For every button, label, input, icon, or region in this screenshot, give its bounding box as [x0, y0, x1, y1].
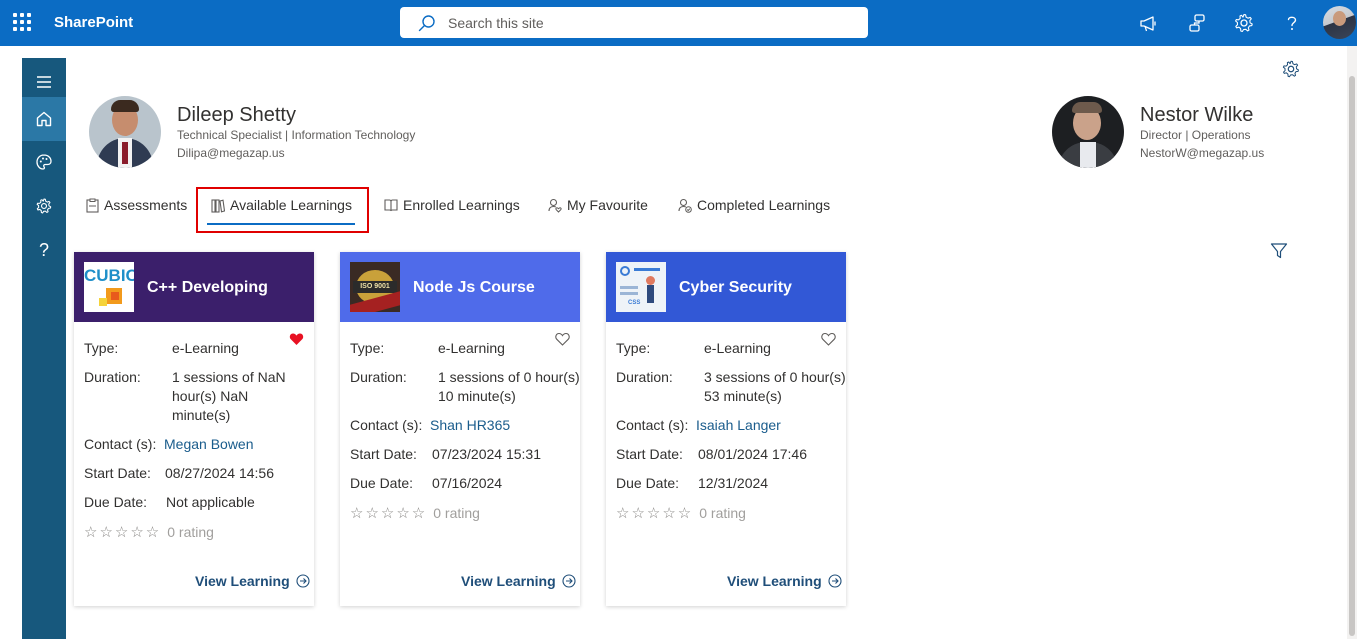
- tab-my-favourite[interactable]: My Favourite: [548, 195, 648, 215]
- tab-enrolled-learnings[interactable]: Enrolled Learnings: [384, 195, 520, 215]
- tab-completed-learnings[interactable]: Completed Learnings: [678, 195, 830, 215]
- help-icon[interactable]: [1281, 12, 1303, 34]
- clipboard-icon: [86, 198, 99, 213]
- card-header[interactable]: CUBIC C++ Developing: [74, 252, 314, 322]
- filter-icon[interactable]: [1270, 242, 1288, 260]
- help-icon[interactable]: ?: [22, 228, 66, 272]
- course-card: CSS Cyber Security Type: e-Learning Durat…: [606, 252, 846, 606]
- home-icon[interactable]: [22, 97, 66, 141]
- gear-icon[interactable]: [1233, 12, 1255, 34]
- course-card: ISO 9001 Node Js Course Type: e-Learning …: [340, 252, 580, 606]
- tab-assessments[interactable]: Assessments: [86, 195, 187, 215]
- highlight-annotation: [196, 187, 369, 233]
- arrow-circle-icon: [296, 574, 310, 588]
- view-learning-link[interactable]: View Learning: [727, 573, 842, 589]
- user-avatar[interactable]: [1323, 6, 1356, 39]
- profile-email-current: Dilipa@megazap.us: [177, 146, 285, 160]
- arrow-circle-icon: [562, 574, 576, 588]
- favourite-heart-icon[interactable]: [555, 332, 570, 346]
- gear-icon[interactable]: [22, 184, 66, 228]
- rating-stars[interactable]: ☆☆☆☆☆: [350, 504, 427, 522]
- rating-stars[interactable]: ☆☆☆☆☆: [616, 504, 693, 522]
- course-title: Cyber Security: [679, 279, 792, 296]
- scrollbar-thumb[interactable]: [1349, 76, 1355, 636]
- search-icon: [418, 15, 435, 32]
- person-heart-icon: [548, 198, 562, 213]
- card-header[interactable]: CSS Cyber Security: [606, 252, 846, 322]
- book-icon: [384, 199, 398, 212]
- profile-email-manager: NestorW@megazap.us: [1140, 146, 1265, 160]
- page-settings-icon[interactable]: [1281, 59, 1301, 79]
- profile-name-current: Dileep Shetty: [177, 104, 296, 126]
- search-box[interactable]: [400, 7, 868, 38]
- rating[interactable]: ☆☆☆☆☆ 0 rating: [350, 504, 480, 522]
- rating[interactable]: ☆☆☆☆☆ 0 rating: [616, 504, 746, 522]
- favourite-heart-icon[interactable]: [289, 332, 304, 346]
- profile-avatar-current: [89, 96, 161, 168]
- app-launcher-icon[interactable]: [13, 13, 31, 31]
- arrow-circle-icon: [828, 574, 842, 588]
- search-input[interactable]: [448, 13, 848, 32]
- course-thumbnail: CSS: [616, 262, 666, 312]
- card-header[interactable]: ISO 9001 Node Js Course: [340, 252, 580, 322]
- contact-link[interactable]: Megan Bowen: [164, 435, 254, 454]
- profile-title-manager: Director | Operations: [1140, 128, 1251, 142]
- person-check-icon: [678, 198, 692, 213]
- rating[interactable]: ☆☆☆☆☆ 0 rating: [84, 523, 214, 541]
- rating-stars[interactable]: ☆☆☆☆☆: [84, 523, 161, 541]
- course-title: Node Js Course: [413, 279, 535, 296]
- view-learning-link[interactable]: View Learning: [461, 573, 576, 589]
- profile-title-current: Technical Specialist | Information Techn…: [177, 128, 416, 142]
- left-nav: ?: [22, 58, 66, 639]
- profile-name-manager: Nestor Wilke: [1140, 104, 1254, 126]
- share-icon[interactable]: [1186, 12, 1208, 34]
- contact-link[interactable]: Isaiah Langer: [696, 416, 781, 435]
- palette-icon[interactable]: [22, 140, 66, 184]
- course-title: C++ Developing: [147, 279, 268, 296]
- course-card: CUBIC C++ Developing Type: e-Learning Dur…: [74, 252, 314, 606]
- contact-link[interactable]: Shan HR365: [430, 416, 510, 435]
- course-thumbnail: CUBIC: [84, 262, 134, 312]
- course-thumbnail: ISO 9001: [350, 262, 400, 312]
- favourite-heart-icon[interactable]: [821, 332, 836, 346]
- megaphone-icon[interactable]: [1138, 12, 1160, 34]
- suite-bar: SharePoint: [0, 0, 1357, 46]
- brand-name[interactable]: SharePoint: [54, 14, 133, 31]
- profile-avatar-manager: [1052, 96, 1124, 168]
- page-scrollbar[interactable]: [1347, 46, 1357, 639]
- view-learning-link[interactable]: View Learning: [195, 573, 310, 589]
